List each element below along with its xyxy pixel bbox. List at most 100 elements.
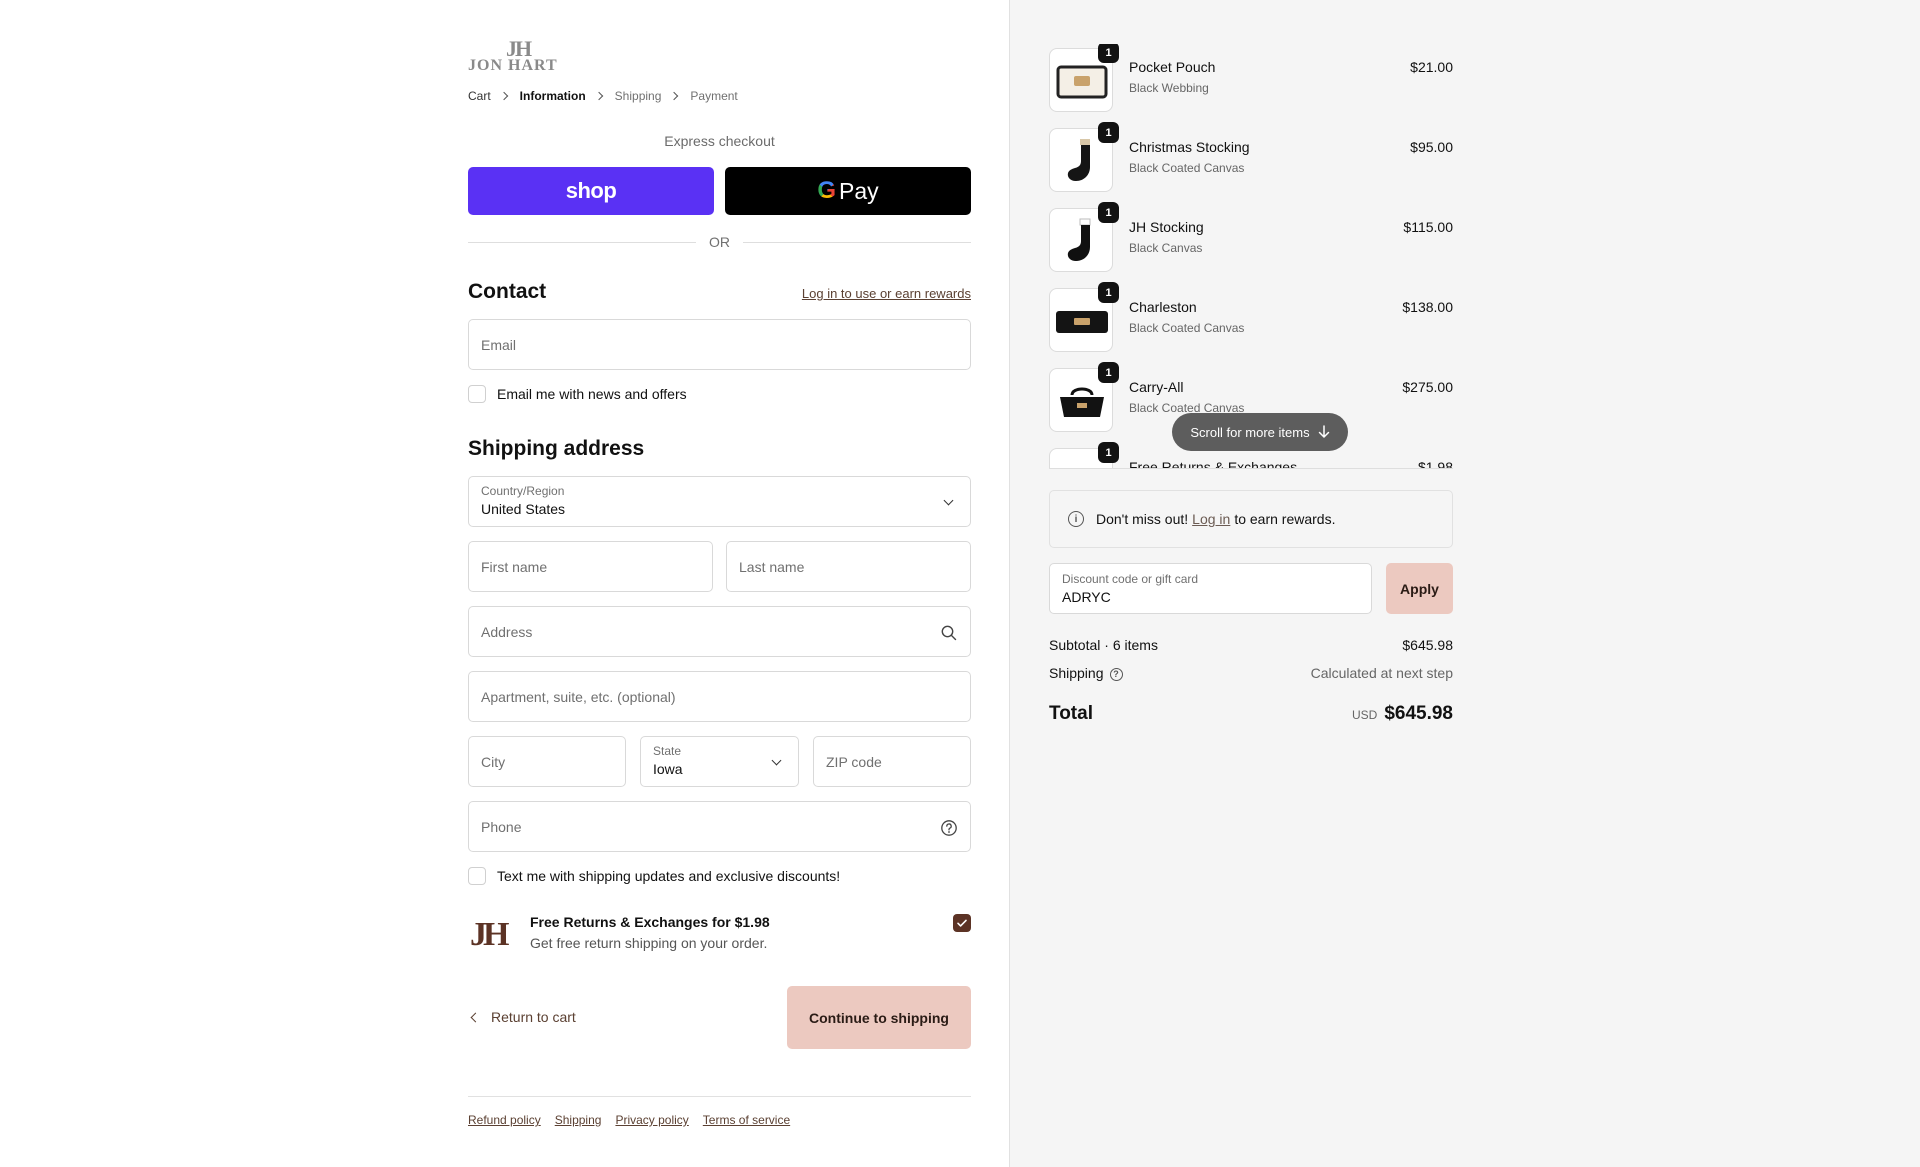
login-rewards-link[interactable]: Log in to use or earn rewards bbox=[802, 286, 971, 301]
privacy-policy-link[interactable]: Privacy policy bbox=[615, 1113, 688, 1127]
sms-checkbox[interactable] bbox=[468, 867, 486, 885]
first-name-placeholder: First name bbox=[481, 559, 548, 575]
item-name: Carry-All bbox=[1129, 379, 1184, 395]
help-icon[interactable] bbox=[940, 819, 958, 837]
breadcrumb-information: Information bbox=[519, 89, 586, 103]
subtotal-row: Subtotal · 6 items $645.98 bbox=[1049, 637, 1453, 653]
quantity-badge: 1 bbox=[1098, 282, 1119, 303]
item-name: Charleston bbox=[1129, 299, 1197, 315]
arrow-down-icon bbox=[1318, 425, 1329, 438]
address-field[interactable]: Address bbox=[468, 606, 971, 657]
subtotal-value: $645.98 bbox=[1402, 637, 1453, 653]
country-label: Country/Region bbox=[481, 484, 565, 498]
total-row: Total USD $645.98 bbox=[1049, 703, 1453, 725]
quantity-badge: 1 bbox=[1098, 202, 1119, 223]
google-g-icon: G bbox=[817, 177, 837, 204]
footer-links: Refund policy Shipping Privacy policy Te… bbox=[468, 1113, 804, 1127]
state-select[interactable]: State Iowa bbox=[640, 736, 799, 787]
email-placeholder: Email bbox=[481, 337, 517, 353]
quantity-badge: 1 bbox=[1098, 442, 1119, 463]
protection-subtitle: Get free return shipping on your order. bbox=[530, 935, 768, 951]
shipping-policy-link[interactable]: Shipping bbox=[555, 1113, 602, 1127]
cart-item: 1 Charleston Black Coated Canvas $138.00 bbox=[1049, 282, 1453, 352]
discount-value: ADRYC bbox=[1062, 589, 1111, 605]
newsletter-option[interactable]: Email me with news and offers bbox=[468, 385, 687, 403]
jh-logo-icon: JH bbox=[470, 916, 510, 953]
total-amount-group: USD $645.98 bbox=[1352, 703, 1453, 725]
apartment-field[interactable]: Apartment, suite, etc. (optional) bbox=[468, 671, 971, 722]
rewards-prefix: Don't miss out! bbox=[1096, 511, 1189, 527]
item-name: Pocket Pouch bbox=[1129, 59, 1216, 75]
breadcrumb-cart[interactable]: Cart bbox=[468, 89, 491, 103]
checkmark-icon bbox=[957, 919, 967, 927]
country-select[interactable]: Country/Region United States bbox=[468, 476, 971, 527]
zip-field[interactable]: ZIP code bbox=[813, 736, 971, 787]
item-variant: Black Webbing bbox=[1129, 81, 1209, 95]
protection-checkbox[interactable] bbox=[953, 914, 971, 932]
return-to-cart-link[interactable]: Return to cart bbox=[468, 1009, 576, 1025]
scroll-for-more-button[interactable]: Scroll for more items bbox=[1172, 413, 1348, 451]
chevron-right-icon bbox=[670, 91, 679, 101]
sms-option[interactable]: Text me with shipping updates and exclus… bbox=[468, 867, 840, 885]
city-field[interactable]: City bbox=[468, 736, 626, 787]
zip-placeholder: ZIP code bbox=[826, 754, 882, 770]
item-name: JH Stocking bbox=[1129, 219, 1204, 235]
search-icon[interactable] bbox=[940, 624, 958, 642]
scroll-hint-label: Scroll for more items bbox=[1190, 424, 1310, 440]
help-icon[interactable]: ? bbox=[1109, 667, 1123, 681]
first-name-field[interactable]: First name bbox=[468, 541, 713, 592]
state-value: Iowa bbox=[653, 761, 683, 777]
google-pay-label: Pay bbox=[839, 177, 879, 204]
apply-discount-button[interactable]: Apply bbox=[1386, 563, 1453, 614]
continue-to-shipping-button[interactable]: Continue to shipping bbox=[787, 986, 971, 1049]
shop-pay-button[interactable]: shop bbox=[468, 167, 714, 215]
item-variant: Black Canvas bbox=[1129, 241, 1203, 255]
total-value: $645.98 bbox=[1384, 703, 1453, 724]
shop-pay-label: shop bbox=[565, 178, 617, 203]
item-price: $1.98 bbox=[1417, 459, 1453, 468]
last-name-placeholder: Last name bbox=[739, 559, 805, 575]
address-placeholder: Address bbox=[481, 624, 533, 640]
return-to-cart-label: Return to cart bbox=[491, 1009, 576, 1025]
item-price: $138.00 bbox=[1402, 299, 1453, 315]
brand-logo[interactable]: JH JON HART bbox=[468, 36, 572, 76]
cart-item: 1 Christmas Stocking Black Coated Canvas… bbox=[1049, 122, 1453, 192]
phone-placeholder: Phone bbox=[481, 819, 522, 835]
chevron-left-icon bbox=[470, 1012, 481, 1022]
shipping-label: Shipping bbox=[1049, 665, 1104, 681]
items-divider bbox=[1049, 468, 1453, 469]
footer-divider bbox=[468, 1096, 971, 1097]
phone-field[interactable]: Phone bbox=[468, 801, 971, 852]
shipping-row: Shipping? Calculated at next step bbox=[1049, 665, 1453, 681]
or-divider: OR bbox=[468, 233, 971, 251]
chevron-down-icon bbox=[943, 495, 954, 506]
item-variant: Black Coated Canvas bbox=[1129, 321, 1245, 335]
last-name-field[interactable]: Last name bbox=[726, 541, 971, 592]
chevron-down-icon bbox=[771, 755, 782, 766]
breadcrumb: Cart Information Shipping Payment bbox=[468, 89, 738, 103]
chevron-right-icon bbox=[594, 91, 603, 101]
item-name: Free Returns & Exchanges bbox=[1129, 459, 1298, 468]
google-pay-button[interactable]: G Pay bbox=[725, 167, 971, 215]
item-name: Christmas Stocking bbox=[1129, 139, 1250, 155]
item-price: $95.00 bbox=[1410, 139, 1453, 155]
item-variant: Black Coated Canvas bbox=[1129, 161, 1245, 175]
terms-of-service-link[interactable]: Terms of service bbox=[703, 1113, 790, 1127]
protection-title: Free Returns & Exchanges for $1.98 bbox=[530, 914, 770, 930]
rewards-login-link[interactable]: Log in bbox=[1192, 511, 1230, 527]
breadcrumb-shipping: Shipping bbox=[614, 89, 662, 103]
email-field[interactable]: Email bbox=[468, 319, 971, 370]
returns-protection: JH Free Returns & Exchanges for $1.98 Ge… bbox=[468, 912, 971, 960]
cart-item: 1 Pocket Pouch Black Webbing $21.00 bbox=[1049, 44, 1453, 112]
discount-code-field[interactable]: Discount code or gift card ADRYC bbox=[1049, 563, 1372, 614]
city-placeholder: City bbox=[481, 754, 506, 770]
country-value: United States bbox=[481, 501, 566, 517]
apartment-placeholder: Apartment, suite, etc. (optional) bbox=[481, 689, 676, 705]
refund-policy-link[interactable]: Refund policy bbox=[468, 1113, 541, 1127]
express-checkout-label: Express checkout bbox=[664, 133, 775, 149]
newsletter-checkbox[interactable] bbox=[468, 385, 486, 403]
subtotal-label: Subtotal · 6 items bbox=[1049, 637, 1158, 653]
total-label: Total bbox=[1049, 703, 1093, 724]
item-price: $21.00 bbox=[1410, 59, 1453, 75]
cart-items-list[interactable]: 1 Pocket Pouch Black Webbing $21.00 1 Ch… bbox=[1049, 44, 1453, 468]
